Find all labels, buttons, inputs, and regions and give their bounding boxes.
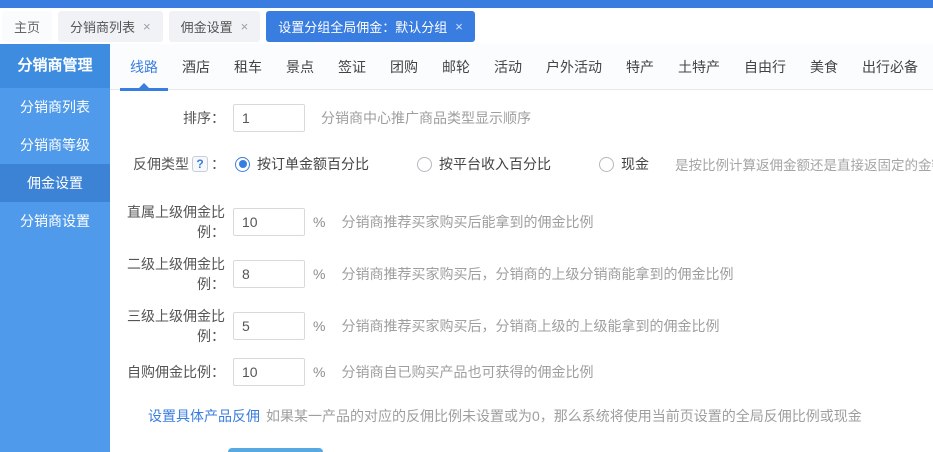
radio-option-label: 按平台收入百分比 <box>439 154 551 174</box>
category-tab[interactable]: 租车 <box>232 44 264 90</box>
sort-help: 分销商中心推广商品类型显示顺序 <box>321 108 531 128</box>
content-panel: 线路酒店租车景点签证团购邮轮活动户外活动特产土特产自由行美食出行必备出游 排序：… <box>110 44 933 452</box>
save-button[interactable]: 保存 <box>228 448 323 452</box>
question-mark-icon[interactable]: ? <box>192 156 208 172</box>
rate-rows: 直属上级佣金比例：% 分销商推荐买家购买后能拿到的佣金比例二级上级佣金比例：% 分销… <box>110 202 933 386</box>
radio-unselected-icon <box>417 157 432 172</box>
rebate-type-label: 反佣类型 <box>133 154 189 174</box>
tab-bar: 主页 分销商列表 × 佣金设置 × 设置分组全局佣金：默认分组 × <box>0 8 933 44</box>
tab-home[interactable]: 主页 <box>2 11 52 42</box>
category-tab[interactable]: 户外活动 <box>544 44 604 90</box>
tab-item[interactable]: 佣金设置 × <box>169 11 261 42</box>
commission-rate-row: 自购佣金比例：% 分销商自已购买产品也可获得的佣金比例 <box>110 358 933 386</box>
rebate-type-radio-group: 按订单金额百分比 按平台收入百分比 现金 <box>235 154 649 174</box>
rate-input[interactable] <box>233 260 305 288</box>
rate-help: 分销商推荐买家购买后，分销商的上级分销商能拿到的佣金比例 <box>341 264 733 284</box>
radio-selected-icon <box>235 157 250 172</box>
rate-label: 二级上级佣金比例： <box>110 254 225 294</box>
sidebar-item-active[interactable]: 佣金设置 <box>0 164 110 202</box>
sidebar-item[interactable]: 分销商列表 <box>0 88 110 126</box>
rate-label: 自购佣金比例： <box>110 362 225 382</box>
category-tab[interactable]: 邮轮 <box>440 44 472 90</box>
rate-input[interactable] <box>233 312 305 340</box>
sidebar-header: 分销商管理 <box>0 44 110 88</box>
radio-option-label: 按订单金额百分比 <box>257 154 369 174</box>
tab-close-icon[interactable]: × <box>455 20 463 33</box>
sort-input[interactable] <box>233 104 305 132</box>
category-tab[interactable]: 酒店 <box>180 44 212 90</box>
rate-label: 直属上级佣金比例： <box>110 202 225 242</box>
commission-rate-row: 直属上级佣金比例：% 分销商推荐买家购买后能拿到的佣金比例 <box>110 202 933 242</box>
percent-unit: % <box>313 214 325 230</box>
tab-label: 分销商列表 <box>70 17 135 36</box>
tab-label: 设置分组全局佣金：默认分组 <box>278 17 447 36</box>
rate-help: 分销商推荐买家购买后能拿到的佣金比例 <box>341 212 593 232</box>
rebate-radio-option[interactable]: 现金 <box>599 154 649 174</box>
product-rebate-row: 设置具体产品反佣 如果某一产品的对应的反佣比例未设置或为0，那么系统将使用当前页… <box>110 402 933 430</box>
sidebar-item[interactable]: 分销商设置 <box>0 202 110 240</box>
percent-unit: % <box>313 364 325 380</box>
tab-label: 主页 <box>14 17 40 36</box>
category-tab[interactable]: 线路 <box>128 44 160 90</box>
set-product-rebate-link[interactable]: 设置具体产品反佣 <box>148 406 260 426</box>
commission-form: 排序： 分销商中心推广商品类型显示顺序 反佣类型 ? ： 按订单金额百分比 按平台… <box>110 90 933 452</box>
radio-option-label: 现金 <box>621 154 649 174</box>
category-nav: 线路酒店租车景点签证团购邮轮活动户外活动特产土特产自由行美食出行必备出游 <box>110 44 933 90</box>
tab-label: 佣金设置 <box>181 17 233 36</box>
category-tab[interactable]: 团购 <box>388 44 420 90</box>
sort-label: 排序： <box>110 108 225 128</box>
commission-rate-row: 三级上级佣金比例：% 分销商推荐买家购买后，分销商上级的上级能拿到的佣金比例 <box>110 306 933 346</box>
percent-unit: % <box>313 266 325 282</box>
sidebar-items: 分销商列表分销商等级佣金设置分销商设置 <box>0 88 110 240</box>
tab-item[interactable]: 分销商列表 × <box>58 11 163 42</box>
category-tab[interactable]: 景点 <box>284 44 316 90</box>
category-tab[interactable]: 出行必备 <box>860 44 920 90</box>
category-tab[interactable]: 自由行 <box>742 44 788 90</box>
category-tab[interactable]: 美食 <box>808 44 840 90</box>
percent-unit: % <box>313 318 325 334</box>
sidebar: 分销商管理 分销商列表分销商等级佣金设置分销商设置 <box>0 44 110 452</box>
rate-input[interactable] <box>233 358 305 386</box>
rebate-radio-option[interactable]: 按订单金额百分比 <box>235 154 369 174</box>
rate-input[interactable] <box>233 208 305 236</box>
rate-help: 分销商推荐买家购买后，分销商上级的上级能拿到的佣金比例 <box>341 316 719 336</box>
app-window: 主页分销商列表×佣金设置×设置分组全局佣金：默认分组× 分销商管理 分销商列表分… <box>0 0 933 452</box>
commission-rate-row: 二级上级佣金比例：% 分销商推荐买家购买后，分销商的上级分销商能拿到的佣金比例 <box>110 254 933 294</box>
category-tab[interactable]: 土特产 <box>676 44 722 90</box>
rebate-type-row: 反佣类型 ? ： 按订单金额百分比 按平台收入百分比 现金 是按比例计算返佣金额还是… <box>110 150 933 178</box>
rebate-type-colon: ： <box>211 154 225 174</box>
rate-label: 三级上级佣金比例： <box>110 306 225 346</box>
tab-close-icon[interactable]: × <box>143 20 151 33</box>
sidebar-item[interactable]: 分销商等级 <box>0 126 110 164</box>
main-layout: 分销商管理 分销商列表分销商等级佣金设置分销商设置 线路酒店租车景点签证团购邮轮… <box>0 44 933 452</box>
rebate-type-help: 是按比例计算返佣金额还是直接返固定的金额 <box>675 154 933 174</box>
rate-help: 分销商自已购买产品也可获得的佣金比例 <box>341 362 593 382</box>
tab-item[interactable]: 设置分组全局佣金：默认分组 × <box>266 11 475 42</box>
top-title-strip <box>0 0 933 8</box>
category-tab[interactable]: 活动 <box>492 44 524 90</box>
tab-close-icon[interactable]: × <box>241 20 249 33</box>
sort-row: 排序： 分销商中心推广商品类型显示顺序 <box>110 104 933 132</box>
category-tab[interactable]: 特产 <box>624 44 656 90</box>
product-rebate-note: 如果某一产品的对应的反佣比例未设置或为0，那么系统将使用当前页设置的全局反佣比例… <box>266 406 862 426</box>
rebate-radio-option[interactable]: 按平台收入百分比 <box>417 154 551 174</box>
radio-unselected-icon <box>599 157 614 172</box>
category-tab[interactable]: 签证 <box>336 44 368 90</box>
